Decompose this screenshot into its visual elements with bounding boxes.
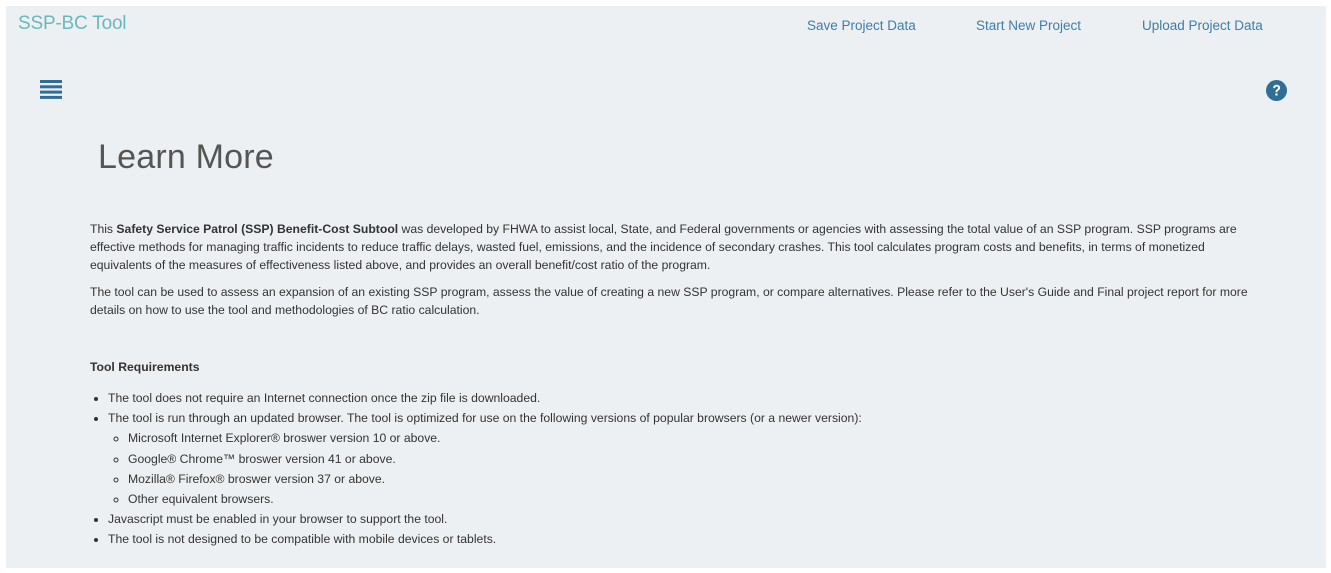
list-item: Other equivalent browsers. — [128, 489, 1208, 509]
list-item: The tool does not require an Internet co… — [108, 388, 1208, 408]
page: SSP-BC Tool Save Project Data Start New … — [6, 6, 1326, 568]
intro-text: This Safety Service Patrol (SSP) Benefit… — [90, 220, 1250, 328]
save-project-data-link[interactable]: Save Project Data — [807, 18, 916, 33]
list-item: Microsoft Internet Explorer® broswer ver… — [128, 428, 1208, 448]
hamburger-menu-icon[interactable] — [40, 80, 62, 99]
list-item: Javascript must be enabled in your brows… — [108, 509, 1208, 529]
start-new-project-link[interactable]: Start New Project — [976, 18, 1081, 33]
requirements-heading: Tool Requirements — [90, 360, 200, 374]
list-item: Google® Chrome™ broswer version 41 or ab… — [128, 449, 1208, 469]
upload-project-data-link[interactable]: Upload Project Data — [1142, 18, 1263, 33]
page-title: Learn More — [98, 138, 274, 176]
question-circle-icon[interactable] — [1266, 80, 1287, 101]
browser-list: Microsoft Internet Explorer® broswer ver… — [108, 428, 1208, 509]
list-item: The tool is run through an updated brows… — [108, 408, 1208, 509]
subtool-name: Safety Service Patrol (SSP) Benefit-Cost… — [116, 222, 399, 236]
list-item: The tool is not designed to be compatibl… — [108, 529, 1208, 549]
intro-paragraph: This Safety Service Patrol (SSP) Benefit… — [90, 222, 1237, 272]
list-item: Mozilla® Firefox® broswer version 37 or … — [128, 469, 1208, 489]
usage-paragraph: The tool can be used to assess an expans… — [90, 285, 1248, 317]
requirements-list: The tool does not require an Internet co… — [90, 388, 1208, 550]
brand-link[interactable]: SSP-BC Tool — [18, 13, 127, 35]
